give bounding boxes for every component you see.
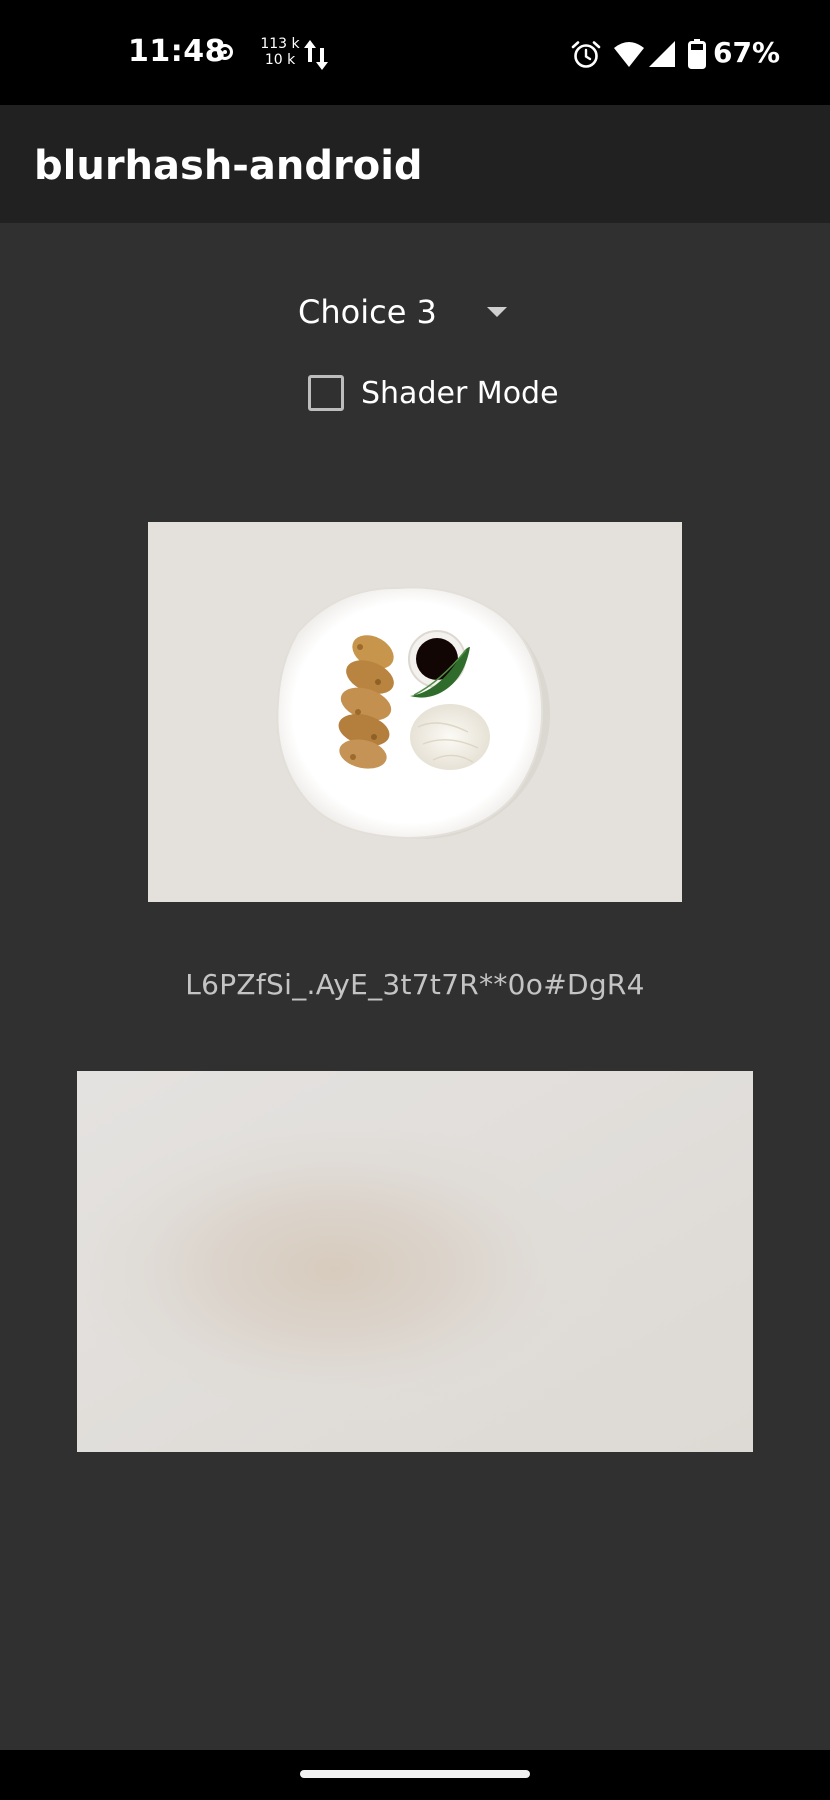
app-title: blurhash-android xyxy=(34,143,423,189)
status-bar: 11:48 113 k 10 k 67% xyxy=(0,0,830,105)
navigation-bar xyxy=(0,1750,830,1800)
shader-mode-checkbox[interactable]: Shader Mode xyxy=(300,366,560,422)
choice-spinner[interactable]: Choice 3 xyxy=(290,285,520,343)
checkbox-icon[interactable] xyxy=(308,375,344,411)
status-time: 11:48 xyxy=(128,34,226,69)
shader-mode-label: Shader Mode xyxy=(361,376,559,411)
app-bar: blurhash-android xyxy=(0,105,830,223)
blurhash-string: L6PZfSi_.AyE_3t7t7R**0o#DgR4 xyxy=(185,968,645,1001)
app-screen: 11:48 113 k 10 k 67% blurhash-android Ch… xyxy=(0,0,830,1800)
network-speed-down: 10 k xyxy=(264,52,296,68)
dropdown-arrow-icon xyxy=(487,307,507,317)
battery-icon xyxy=(688,39,706,69)
data-transfer-icon xyxy=(304,40,328,70)
record-icon xyxy=(217,44,233,60)
source-image xyxy=(148,522,682,902)
blurhash-preview-image xyxy=(77,1071,753,1452)
network-speed-up: 113 k xyxy=(260,36,300,52)
alarm-icon xyxy=(571,41,601,68)
cell-signal-icon xyxy=(649,41,675,67)
network-speed: 113 k 10 k xyxy=(259,36,301,68)
battery-percentage: 67% xyxy=(713,36,781,69)
home-gesture-handle[interactable] xyxy=(300,1770,530,1778)
spinner-selected-value: Choice 3 xyxy=(298,293,437,331)
wifi-icon xyxy=(614,42,644,67)
